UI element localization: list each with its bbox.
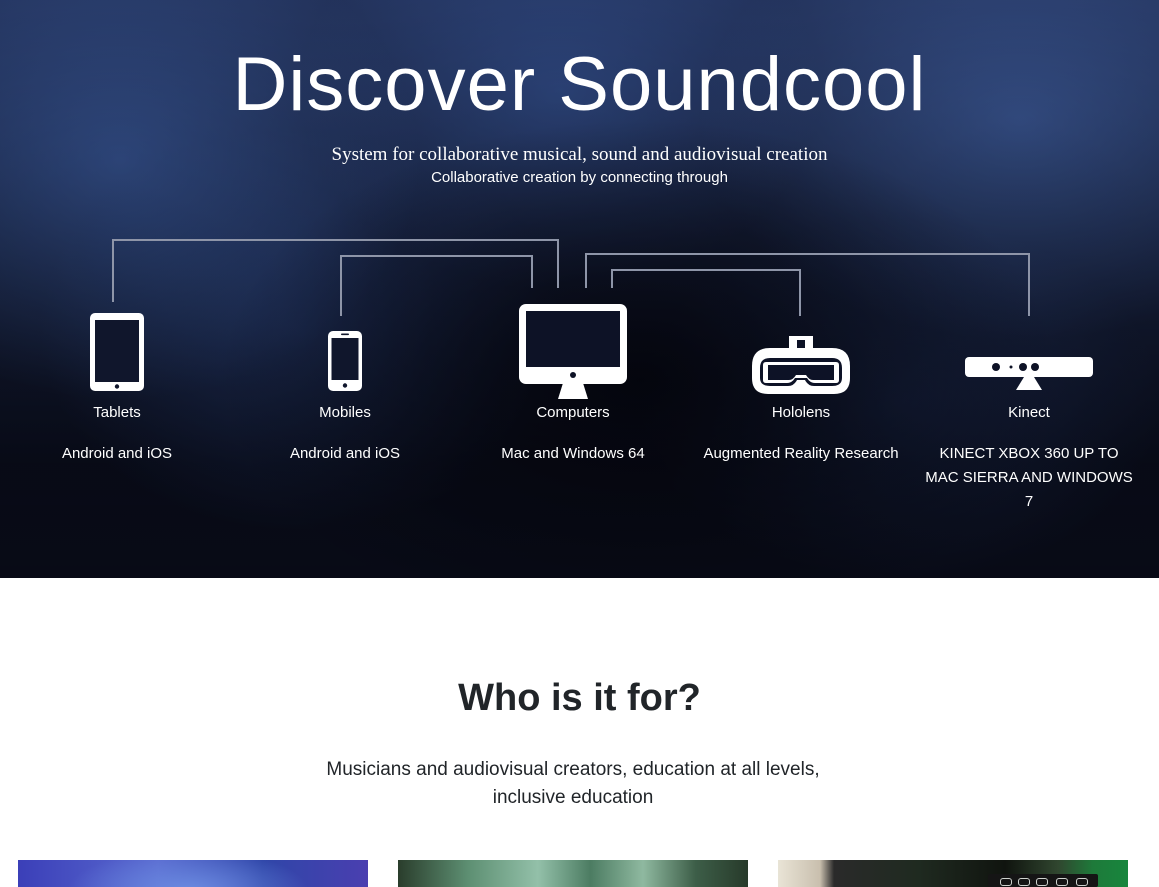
device-description: Augmented Reality Research (703, 445, 899, 462)
audience-image-musicians[interactable] (18, 860, 368, 887)
device-tablets: Tablets Android and iOS (17, 0, 217, 578)
device-computers: Computers Mac and Windows 64 (473, 0, 673, 578)
hero-section: Discover Soundcool System for collaborat… (0, 0, 1159, 578)
computer-icon (473, 303, 673, 401)
panel-knob-icon (1018, 878, 1030, 886)
panel-knob-icon (1000, 878, 1012, 886)
vr-headset-icon (701, 334, 901, 396)
device-name: Tablets (93, 404, 141, 421)
panel-knob-icon (1036, 878, 1048, 886)
device-description: Android and iOS (61, 445, 173, 462)
device-description: Mac and Windows 64 (501, 445, 645, 462)
device-description: Android and iOS (289, 445, 401, 462)
device-name: Hololens (771, 404, 831, 421)
device-name: Kinect (1008, 404, 1050, 421)
mobile-icon (245, 330, 445, 392)
device-name: Computers (536, 404, 610, 421)
section-heading: Who is it for? (458, 677, 701, 719)
section-description: Musicians and audiovisual creators, educ… (326, 759, 820, 808)
audience-image-education[interactable] (778, 860, 1128, 887)
device-hololens: Hololens Augmented Reality Research (701, 0, 901, 578)
audience-image-audiovisual[interactable] (398, 860, 748, 887)
panel-knob-icon (1056, 878, 1068, 886)
device-mobiles: Mobiles Android and iOS (245, 0, 445, 578)
kinect-icon (929, 356, 1129, 392)
device-name: Mobiles (319, 404, 371, 421)
device-description: KINECT XBOX 360 UP TO MAC SIERRA AND WIN… (925, 445, 1133, 510)
device-kinect: Kinect KINECT XBOX 360 UP TO MAC SIERRA … (925, 0, 1133, 578)
tablet-icon (17, 312, 217, 392)
panel-knob-icon (1076, 878, 1088, 886)
